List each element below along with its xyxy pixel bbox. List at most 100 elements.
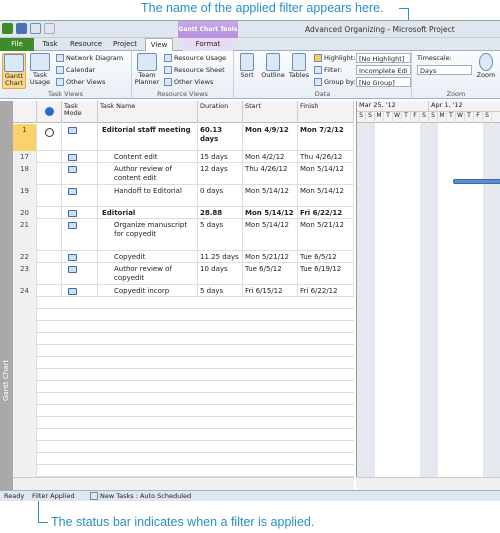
row-id[interactable]: 22 bbox=[13, 251, 37, 263]
duration-cell[interactable]: 15 days bbox=[198, 151, 243, 163]
start-cell[interactable]: Mon 5/14/12 bbox=[243, 207, 298, 219]
empty-row[interactable] bbox=[13, 321, 354, 333]
row-id[interactable] bbox=[13, 357, 37, 369]
task-usage-button[interactable]: Task Usage bbox=[28, 53, 52, 86]
row-id[interactable] bbox=[13, 429, 37, 441]
row-id[interactable]: 18 bbox=[13, 163, 37, 185]
duration-cell[interactable]: 5 days bbox=[198, 285, 243, 297]
task-name-cell[interactable]: Author review of content edit bbox=[98, 163, 198, 185]
task-name-cell[interactable]: Editorial staff meeting bbox=[98, 124, 198, 151]
task-name-cell[interactable]: Content edit bbox=[98, 151, 198, 163]
empty-row[interactable] bbox=[13, 309, 354, 321]
timescale-dropdown[interactable]: Days bbox=[417, 65, 472, 75]
tab-project[interactable]: Project bbox=[110, 38, 140, 51]
row-id[interactable] bbox=[13, 369, 37, 381]
row-id[interactable] bbox=[13, 333, 37, 345]
resource-usage-button[interactable]: Resource Usage bbox=[164, 54, 226, 62]
row-id[interactable] bbox=[13, 345, 37, 357]
resource-sheet-button[interactable]: Resource Sheet bbox=[164, 66, 225, 74]
empty-row[interactable] bbox=[13, 405, 354, 417]
filter-dropdown[interactable]: Incomplete Edi bbox=[356, 65, 411, 75]
task-name-cell[interactable]: Author review of copyedit bbox=[98, 263, 198, 285]
start-cell[interactable]: Mon 4/2/12 bbox=[243, 151, 298, 163]
empty-row[interactable] bbox=[13, 453, 354, 465]
finish-cell[interactable]: Mon 5/14/12 bbox=[298, 163, 354, 185]
row-id[interactable] bbox=[13, 453, 37, 465]
gantt-chart-button[interactable]: Gantt Chart bbox=[2, 53, 26, 89]
empty-row[interactable] bbox=[13, 429, 354, 441]
empty-row[interactable] bbox=[13, 357, 354, 369]
table-row[interactable]: 18 Author review of content edit 12 days Th… bbox=[13, 163, 354, 185]
duration-cell[interactable]: 12 days bbox=[198, 163, 243, 185]
row-id[interactable] bbox=[13, 417, 37, 429]
task-name-cell[interactable]: Organize manuscript for copyedit bbox=[98, 219, 198, 251]
row-id[interactable] bbox=[13, 441, 37, 453]
tab-task[interactable]: Task bbox=[38, 38, 62, 51]
row-id[interactable]: 23 bbox=[13, 263, 37, 285]
finish-cell[interactable]: Tue 6/5/12 bbox=[298, 251, 354, 263]
table-row[interactable]: 1 Editorial staff meeting 60.13 days Mon 4/… bbox=[13, 124, 354, 151]
row-id[interactable] bbox=[13, 381, 37, 393]
tables-button[interactable]: Tables bbox=[288, 53, 310, 79]
empty-row[interactable] bbox=[13, 441, 354, 453]
row-id[interactable] bbox=[13, 297, 37, 309]
start-cell[interactable]: Fri 6/15/12 bbox=[243, 285, 298, 297]
start-cell[interactable]: Mon 5/21/12 bbox=[243, 251, 298, 263]
tab-file[interactable]: File bbox=[0, 38, 34, 51]
empty-row[interactable] bbox=[13, 417, 354, 429]
other-views-button[interactable]: Other Views bbox=[56, 78, 105, 86]
empty-row[interactable] bbox=[13, 369, 354, 381]
task-mode-cell[interactable] bbox=[62, 219, 98, 251]
project-logo-icon[interactable] bbox=[2, 23, 13, 34]
gantt-scrollbar[interactable] bbox=[356, 477, 500, 490]
empty-row[interactable] bbox=[13, 297, 354, 309]
table-row[interactable]: 22 Copyedit 11.25 days Mon 5/21/12 Tue 6/5/1… bbox=[13, 251, 354, 263]
task-mode-cell[interactable] bbox=[62, 185, 98, 207]
row-id[interactable] bbox=[13, 465, 37, 477]
table-row[interactable]: 17 Content edit 15 days Mon 4/2/12 Thu 4/26/… bbox=[13, 151, 354, 163]
empty-row[interactable] bbox=[13, 393, 354, 405]
start-header[interactable]: Start bbox=[243, 101, 298, 123]
highlight-dropdown[interactable]: [No Highlight] bbox=[356, 53, 411, 63]
tab-view[interactable]: View bbox=[145, 38, 173, 52]
start-cell[interactable]: Thu 4/26/12 bbox=[243, 163, 298, 185]
row-id[interactable] bbox=[13, 393, 37, 405]
row-id[interactable]: 24 bbox=[13, 285, 37, 297]
task-mode-cell[interactable] bbox=[62, 151, 98, 163]
duration-cell[interactable]: 10 days bbox=[198, 263, 243, 285]
table-row[interactable]: 24 Copyedit incorp 5 days Fri 6/15/12 Fri 6/… bbox=[13, 285, 354, 297]
task-mode-cell[interactable] bbox=[62, 207, 98, 219]
tab-resource[interactable]: Resource bbox=[68, 38, 104, 51]
duration-cell[interactable]: 5 days bbox=[198, 219, 243, 251]
finish-cell[interactable]: Fri 6/22/12 bbox=[298, 285, 354, 297]
empty-row[interactable] bbox=[13, 381, 354, 393]
row-id[interactable]: 17 bbox=[13, 151, 37, 163]
task-name-cell[interactable]: Editorial bbox=[98, 207, 198, 219]
start-cell[interactable]: Mon 4/9/12 bbox=[243, 124, 298, 151]
finish-cell[interactable]: Mon 5/21/12 bbox=[298, 219, 354, 251]
duration-cell[interactable]: 60.13 days bbox=[198, 124, 243, 151]
row-id[interactable]: 20 bbox=[13, 207, 37, 219]
finish-cell[interactable]: Mon 7/2/12 bbox=[298, 124, 354, 151]
start-cell[interactable]: Mon 5/14/12 bbox=[243, 219, 298, 251]
group-by-dropdown[interactable]: [No Group] bbox=[356, 77, 411, 87]
new-tasks-mode[interactable]: New Tasks : Auto Scheduled bbox=[90, 492, 191, 500]
task-name-header[interactable]: Task Name bbox=[98, 101, 198, 123]
finish-header[interactable]: Finish bbox=[298, 101, 354, 123]
duration-header[interactable]: Duration bbox=[198, 101, 243, 123]
table-row[interactable]: 19 Handoff to Editorial 0 days Mon 5/14/12 M… bbox=[13, 185, 354, 207]
row-id[interactable]: 21 bbox=[13, 219, 37, 251]
table-row[interactable]: 20 Editorial28.88 daysMon 5/14/12Fri 6/22… bbox=[13, 207, 354, 219]
row-id[interactable]: 1 bbox=[13, 124, 37, 151]
save-icon[interactable] bbox=[16, 23, 27, 34]
task-name-cell[interactable]: Handoff to Editorial bbox=[98, 185, 198, 207]
sort-button[interactable]: Sort bbox=[237, 53, 257, 79]
calendar-button[interactable]: Calendar bbox=[56, 66, 95, 74]
duration-cell[interactable]: 11.25 days bbox=[198, 251, 243, 263]
finish-cell[interactable]: Tue 6/19/12 bbox=[298, 263, 354, 285]
network-diagram-button[interactable]: Network Diagram bbox=[56, 54, 123, 62]
duration-cell[interactable]: 28.88 days bbox=[198, 207, 243, 219]
zoom-button[interactable]: Zoom bbox=[474, 53, 498, 79]
start-cell[interactable]: Tue 6/5/12 bbox=[243, 263, 298, 285]
task-mode-cell[interactable] bbox=[62, 263, 98, 285]
